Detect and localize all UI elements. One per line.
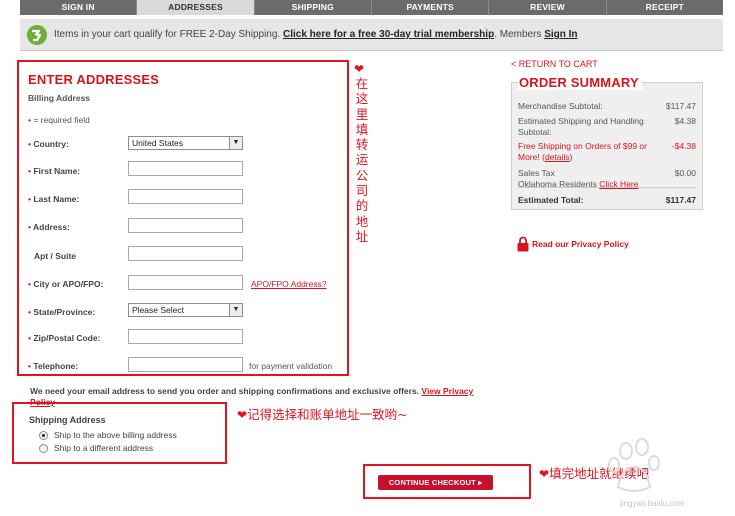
chevron-down-icon: ▼: [229, 304, 242, 316]
order-summary-title: ORDER SUMMARY: [518, 75, 642, 90]
address-annotation: 在 这 里 填 转 运 公 司 的 地 址: [355, 76, 369, 244]
required-field-note: • = required field: [28, 115, 90, 125]
trial-membership-link[interactable]: Click here for a free 30-day trial membe…: [283, 29, 494, 40]
last-name-label: • Last Name:: [28, 194, 80, 204]
promo-message: Items in your cart qualify for FREE 2-Da…: [54, 29, 578, 40]
free-shipping-row: Free Shipping on Orders of $99 or More! …: [518, 141, 696, 162]
watermark-text: jingyan.baidu.com: [620, 499, 685, 508]
first-name-field[interactable]: [128, 161, 243, 176]
zip-label: • Zip/Postal Code:: [28, 333, 101, 343]
billing-address-heading: Billing Address: [28, 93, 91, 103]
apt-suite-label: Apt / Suite: [34, 251, 77, 261]
merchandise-subtotal-row: Merchandise Subtotal: $117.47: [518, 101, 696, 111]
apt-suite-field[interactable]: [128, 246, 243, 261]
return-to-cart-link[interactable]: < RETURN TO CART: [511, 59, 598, 69]
promo-text: Items in your cart qualify for FREE 2-Da…: [54, 29, 281, 40]
address-field[interactable]: [128, 218, 243, 233]
chevron-down-icon: ▼: [229, 137, 242, 149]
baidu-paw-watermark-icon: [608, 438, 660, 492]
ship-to-different-option[interactable]: Ship to a different address: [39, 443, 153, 453]
members-sign-in-link[interactable]: Sign In: [544, 29, 577, 40]
state-label: • State/Province:: [28, 307, 96, 317]
members-text: . Members: [494, 29, 542, 40]
address-label: • Address:: [28, 222, 70, 232]
estimated-total-row: Estimated Total: $117.47: [518, 195, 696, 205]
radio-unselected-icon[interactable]: [39, 443, 48, 453]
ship-to-billing-option[interactable]: Ship to the above billing address: [39, 430, 177, 440]
telephone-hint: for payment validation: [249, 361, 333, 371]
shipping-annotation: ❤记得选择和账单地址一致哟~: [237, 407, 408, 422]
zip-field[interactable]: [128, 329, 243, 344]
order-summary-panel: ORDER SUMMARY Merchandise Subtotal: $117.…: [511, 75, 703, 210]
country-select[interactable]: United States ▼: [128, 136, 243, 150]
summary-divider: [518, 187, 696, 188]
free-shipping-logo-icon: [27, 25, 47, 45]
city-label: • City or APO/FPO:: [28, 279, 104, 289]
step-receipt[interactable]: RECEIPT: [607, 0, 723, 15]
heart-icon: ❤: [354, 62, 365, 76]
step-sign-in[interactable]: SIGN IN: [20, 0, 138, 15]
heart-icon: ❤: [237, 408, 248, 422]
last-name-field[interactable]: [128, 189, 243, 204]
shipping-subtotal-row: Estimated Shipping and Handling Subtotal…: [518, 116, 696, 137]
read-privacy-policy-link[interactable]: Read our Privacy Policy: [517, 236, 629, 252]
sales-tax-row: Sales Tax $0.00 Oklahoma Residents Click …: [518, 168, 696, 189]
step-shipping[interactable]: SHIPPING: [255, 0, 372, 15]
country-label: • Country:: [28, 139, 69, 149]
first-name-label: • First Name:: [28, 166, 81, 176]
page-title: ENTER ADDRESSES: [28, 72, 160, 87]
telephone-field[interactable]: [128, 357, 243, 372]
shipping-promo-banner: Items in your cart qualify for FREE 2-Da…: [20, 19, 723, 51]
radio-selected-icon[interactable]: [39, 430, 48, 440]
telephone-label: • Telephone:: [28, 361, 79, 371]
heart-icon: ❤: [539, 467, 550, 481]
apo-fpo-link[interactable]: APO/FPO Address?: [251, 279, 327, 289]
state-select[interactable]: Please Select ▼: [128, 303, 243, 317]
step-addresses[interactable]: ADDRESSES: [137, 0, 255, 15]
checkout-steps: SIGN IN ADDRESSES SHIPPING PAYMENTS REVI…: [20, 0, 723, 15]
city-field[interactable]: [128, 275, 243, 290]
step-payments[interactable]: PAYMENTS: [372, 0, 490, 15]
continue-checkout-button[interactable]: CONTINUE CHECKOUT ▸: [378, 475, 493, 490]
details-link[interactable]: details: [545, 152, 570, 162]
shipping-address-heading: Shipping Address: [29, 415, 106, 425]
step-review[interactable]: REVIEW: [489, 0, 607, 15]
lock-icon: [517, 236, 529, 252]
